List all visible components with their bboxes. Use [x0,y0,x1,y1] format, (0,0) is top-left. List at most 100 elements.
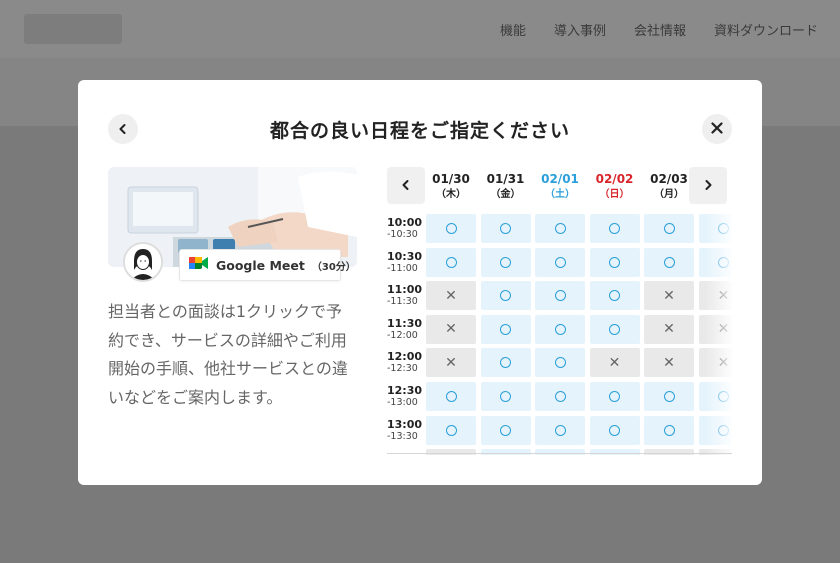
description-text: 担当者との面談は1クリックで予約でき、サービスの詳細やご利用開始の手順、他社サー… [108,302,348,407]
day-header-02-02: 02/02 （日） [590,172,640,202]
circle-icon [500,256,511,268]
staff-avatar [123,242,163,282]
modal-title: 都合の良い日程をご指定ください [269,120,570,142]
unavailable-slot: ✕ [644,314,694,344]
circle-icon [445,391,457,402]
available-slot[interactable] [480,382,531,411]
calendar-bottom-divider [387,453,732,454]
circle-icon [500,223,511,234]
circle-icon [554,223,566,234]
available-slot[interactable] [426,415,476,445]
available-slot[interactable] [589,247,640,277]
available-slot[interactable] [480,247,531,277]
day-header-01-31: 01/31 （金） [481,172,531,202]
available-slot[interactable] [426,247,476,277]
available-slot[interactable] [480,348,531,378]
time-start: 11:30 [387,316,423,330]
circle-icon [609,323,620,335]
site-header: 機能 導入事例 会社情報 資料ダウンロード [0,0,840,58]
nav-item-cases: 導入事例 [553,24,606,39]
time-label-row: 13:00 -13:30 [387,418,425,443]
meet-duration: （30分） [311,261,356,273]
available-slot[interactable] [644,415,694,445]
available-slot[interactable] [589,281,640,311]
time-end: -11:30 [387,296,418,308]
circle-icon [445,256,457,268]
circle-icon [609,424,620,436]
time-label-row: 12:00 -12:30 [387,350,425,375]
circle-icon [663,424,675,436]
available-slot[interactable] [480,314,531,344]
circle-icon [554,323,566,335]
site-logo [24,14,122,44]
day-header-01-30: 01/30 （木） [426,172,476,202]
available-slot[interactable] [644,247,694,277]
close-button[interactable] [702,114,732,144]
available-slot[interactable] [644,214,694,243]
available-slot[interactable] [535,281,585,311]
time-end: -10:30 [387,229,418,240]
availability-calendar: 01/30 （木） 01/31 （金） 02/01 （土） 02/02 （日） 02/03 （月）… [387,167,732,455]
day-of-week: （月） [654,189,684,200]
unavailable-slot: ✕ [426,281,476,311]
time-label-row: 10:30 -11:00 [387,250,425,275]
cross-icon: ✕ [445,354,457,371]
available-slot[interactable] [535,348,585,378]
time-start: 13:00 [387,417,423,431]
next-dates-button[interactable] [689,167,727,204]
site-nav: 機能 導入事例 会社情報 資料ダウンロード [500,20,818,39]
scheduling-modal: 都合の良い日程をご指定ください Google Meet （30分） 担当者との面… [78,80,762,485]
close-icon [710,120,724,139]
nav-item-features: 機能 [499,24,526,39]
circle-icon [445,223,457,234]
available-slot[interactable] [644,382,694,411]
available-slot[interactable] [426,214,476,243]
available-slot[interactable] [480,214,531,243]
chevron-left-icon [401,176,411,195]
time-start: 12:30 [387,384,423,397]
available-slot[interactable] [535,247,585,277]
day-of-week: （日） [599,189,630,200]
available-slot[interactable] [535,415,585,445]
day-of-week: （金） [490,189,521,200]
available-slot[interactable] [480,415,531,445]
time-end: -11:00 [387,262,418,274]
time-label-row: 11:30 -12:00 [387,317,425,342]
circle-icon [609,290,620,302]
time-start: 12:00 [387,350,423,364]
available-slot[interactable] [535,314,585,344]
circle-icon [554,424,566,436]
circle-icon [609,391,620,402]
available-slot[interactable] [535,382,585,411]
circle-icon [445,424,457,436]
unavailable-slot: ✕ [426,314,476,344]
cross-icon: ✕ [608,354,621,371]
available-slot[interactable] [535,214,585,243]
cross-icon: ✕ [663,287,675,304]
time-start: 11:00 [387,283,423,297]
available-slot[interactable] [480,281,531,311]
day-date: 02/01 [541,172,579,186]
available-slot[interactable] [589,382,640,411]
circle-icon [500,424,511,436]
circle-icon [500,391,511,402]
unavailable-slot: ✕ [644,348,694,378]
available-slot[interactable] [589,214,640,243]
day-of-week: （土） [545,189,575,200]
time-end: -12:30 [387,363,418,375]
time-label-row: 11:00 -11:30 [387,283,425,308]
circle-icon [609,256,620,268]
meet-name: Google Meet [216,257,305,273]
circle-icon [554,256,566,268]
available-slot[interactable] [589,314,640,344]
time-label-row: 12:30 -13:00 [387,384,425,409]
cross-icon: ✕ [663,321,675,338]
overflow-fade [705,207,732,455]
prev-dates-button[interactable] [387,167,425,204]
circle-icon [663,256,675,268]
cross-icon: ✕ [663,354,675,371]
cross-icon: ✕ [445,287,457,304]
google-meet-badge: Google Meet （30分） [179,249,356,281]
available-slot[interactable] [589,415,640,445]
available-slot[interactable] [426,382,476,411]
